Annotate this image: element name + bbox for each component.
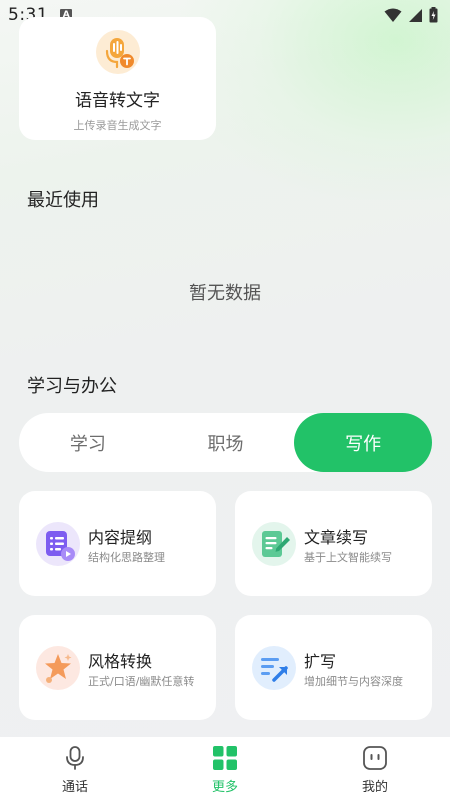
feature-subtitle: 基于上文智能续写	[304, 551, 392, 564]
tab-writing[interactable]: 写作	[294, 413, 433, 472]
feature-title: 文章续写	[304, 528, 369, 547]
study-office-section-title: 学习与办公	[27, 376, 117, 397]
nav-item-profile[interactable]: 我的	[300, 737, 450, 800]
feature-subtitle: 正式/口语/幽默任意转	[88, 675, 195, 688]
profile-face-icon	[363, 746, 387, 770]
nav-label: 更多	[211, 780, 238, 795]
status-icons	[384, 7, 438, 23]
nav-label: 通话	[61, 780, 88, 795]
recent-section-title: 最近使用	[27, 190, 99, 211]
voice-card-title: 语音转文字	[75, 91, 160, 111]
feature-subtitle: 结构化思路整理	[88, 551, 165, 564]
expand-writing-icon	[252, 646, 296, 690]
battery-icon	[429, 7, 438, 23]
voice-to-text-card[interactable]: 语音转文字 上传录音生成文字	[19, 17, 216, 140]
nav-label: 我的	[361, 780, 388, 795]
nav-item-more[interactable]: 更多	[150, 737, 300, 800]
continue-writing-icon	[252, 522, 296, 566]
tab-study[interactable]: 学习	[19, 413, 157, 472]
bottom-navigation: 通话 更多 我的	[0, 737, 450, 800]
feature-card-expand[interactable]: 扩写 增加细节与内容深度	[235, 615, 432, 720]
grid-icon	[213, 746, 237, 770]
background-glow	[180, 0, 450, 200]
category-tabs: 学习 职场 写作	[19, 413, 433, 472]
signal-icon	[409, 8, 422, 22]
tab-workplace[interactable]: 职场	[157, 413, 295, 472]
feature-title: 内容提纲	[88, 528, 153, 547]
wifi-icon	[384, 8, 402, 22]
empty-state-text: 暂无数据	[189, 283, 261, 304]
style-transfer-icon	[36, 646, 80, 690]
voice-to-text-icon	[95, 30, 140, 74]
feature-card-outline[interactable]: 内容提纲 结构化思路整理	[19, 491, 216, 596]
feature-subtitle: 增加细节与内容深度	[304, 675, 403, 688]
voice-card-subtitle: 上传录音生成文字	[73, 119, 162, 132]
microphone-icon	[66, 746, 84, 770]
outline-icon	[36, 522, 80, 566]
feature-card-continue-writing[interactable]: 文章续写 基于上文智能续写	[235, 491, 432, 596]
feature-title: 扩写	[304, 652, 337, 671]
nav-item-call[interactable]: 通话	[0, 737, 150, 800]
feature-card-style-transfer[interactable]: 风格转换 正式/口语/幽默任意转	[19, 615, 216, 720]
feature-title: 风格转换	[88, 652, 153, 671]
